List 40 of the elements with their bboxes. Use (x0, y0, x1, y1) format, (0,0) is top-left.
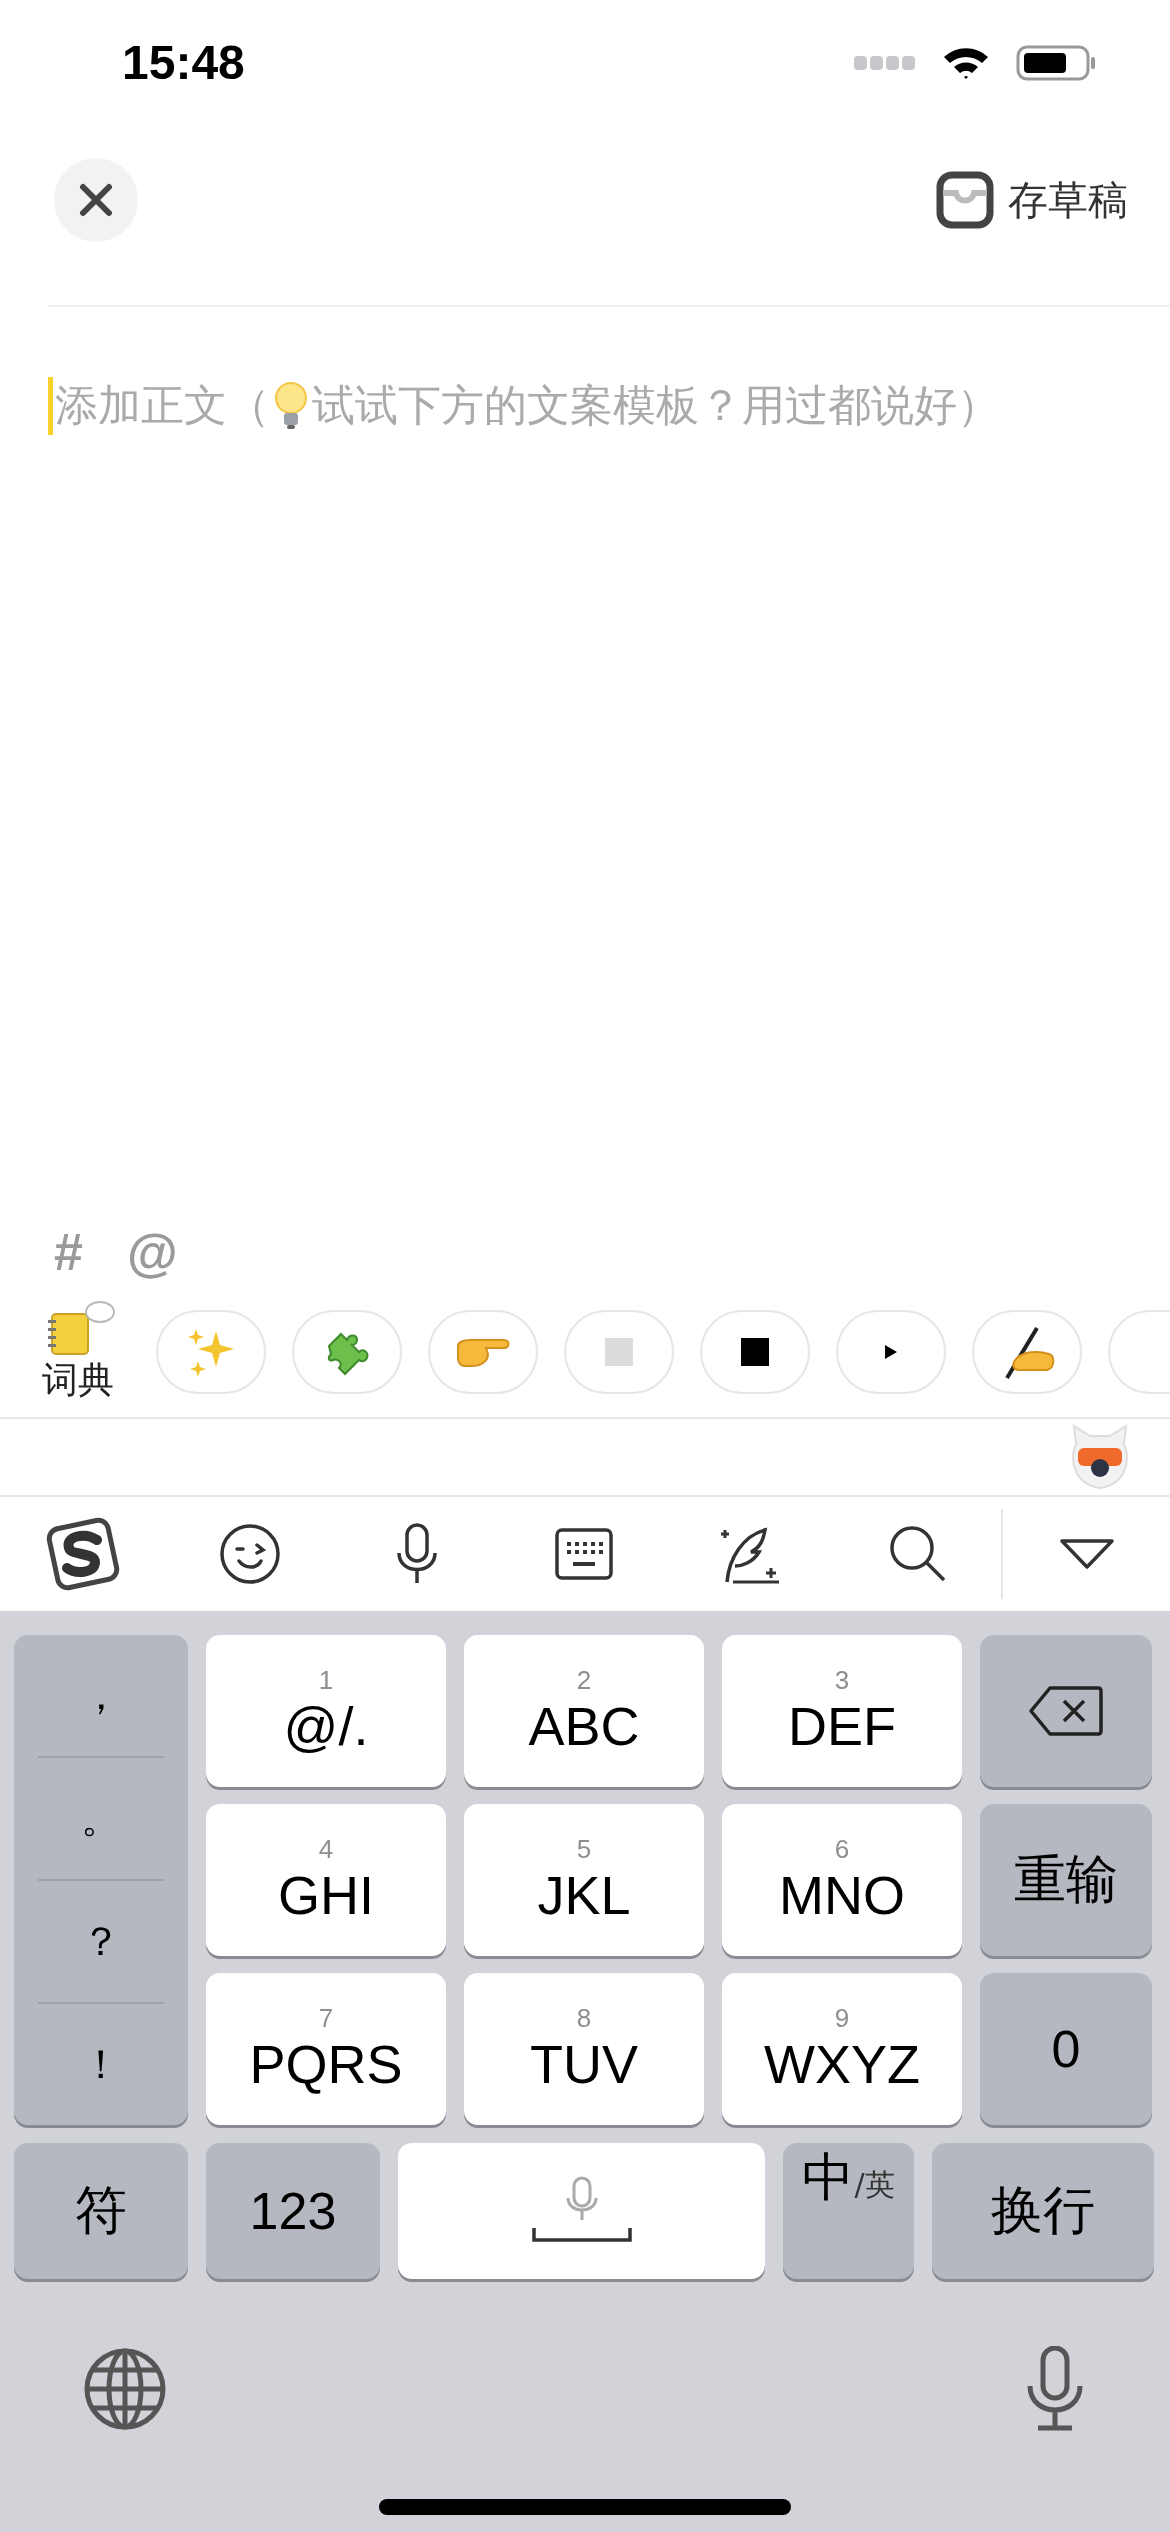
letter-key[interactable]: 1 @/. (206, 1635, 446, 1787)
robot-mascot-icon[interactable] (1070, 1424, 1130, 1490)
letter-key[interactable]: 6 MNO (722, 1804, 962, 1956)
dictation-mic-icon[interactable] (1026, 2346, 1084, 2432)
language-key[interactable]: 中/英 (783, 2143, 914, 2279)
letter-key[interactable]: 5 JKL (464, 1804, 704, 1956)
light-bulb-icon (274, 381, 308, 431)
dictionary-button[interactable]: 词典 (38, 1299, 118, 1405)
signal-icon (854, 53, 916, 72)
letter-key[interactable]: 3 DEF (722, 1635, 962, 1787)
symbols-key[interactable]: 符 (14, 2143, 188, 2279)
punctuation-key[interactable]: ？ (38, 1881, 164, 2004)
keyboard-icon (555, 1528, 613, 1580)
letter-key[interactable]: 4 GHI (206, 1804, 446, 1956)
letter-key[interactable]: 7 PQRS (206, 1973, 446, 2125)
punctuation-key[interactable]: ， (38, 1635, 164, 1758)
letter-key[interactable]: 2 ABC (464, 1635, 704, 1787)
inbox-icon (936, 171, 994, 229)
winking-face-icon (219, 1523, 282, 1585)
numbers-key[interactable]: 123 (206, 2143, 380, 2279)
backspace-icon (1028, 1685, 1104, 1737)
microphone-icon (395, 1523, 440, 1585)
zero-key[interactable]: 0 (980, 1973, 1152, 2125)
punctuation-key[interactable]: ！ (38, 2004, 164, 2125)
play-triangle-icon (884, 1344, 898, 1360)
reset-key[interactable]: 重输 (980, 1804, 1152, 1956)
filled-square-icon (741, 1338, 769, 1366)
letter-key[interactable]: 8 TUV (464, 1973, 704, 2125)
battery-icon (1016, 44, 1096, 81)
delete-key[interactable] (980, 1635, 1152, 1787)
letter-key[interactable]: 9 WXYZ (722, 1973, 962, 2125)
chevron-down-icon (1058, 1538, 1115, 1570)
save-draft-button[interactable]: 存草稿 (936, 171, 1128, 229)
square-icon (605, 1338, 633, 1366)
status-time: 15:48 (122, 35, 245, 90)
search-icon (887, 1524, 948, 1584)
globe-icon[interactable] (84, 2348, 166, 2430)
punctuation-key[interactable]: 。 (38, 1758, 164, 1881)
close-icon (79, 183, 113, 217)
return-key[interactable]: 换行 (932, 2143, 1154, 2279)
